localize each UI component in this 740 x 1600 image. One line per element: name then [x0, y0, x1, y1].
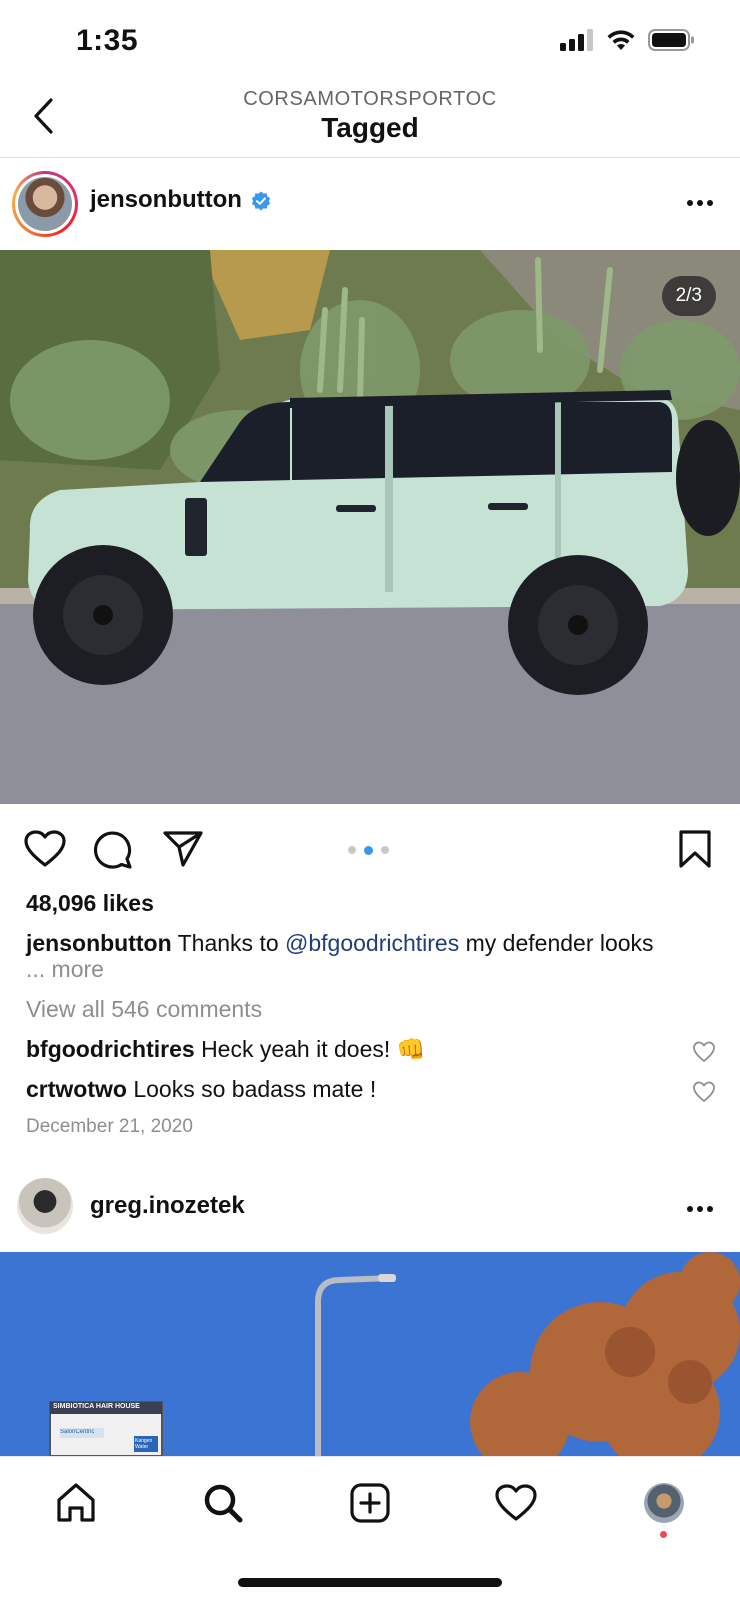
- home-indicator[interactable]: [238, 1578, 502, 1587]
- caption-username[interactable]: jensonbutton: [26, 930, 172, 956]
- post-date: December 21, 2020: [26, 1116, 193, 1137]
- avatar[interactable]: [17, 1178, 73, 1234]
- post-options-button[interactable]: [680, 188, 720, 218]
- search-icon: [204, 1484, 243, 1523]
- post-username[interactable]: greg.inozetek: [90, 1192, 245, 1220]
- tab-profile[interactable]: [638, 1477, 690, 1529]
- paper-plane-icon: [163, 831, 203, 867]
- street-scene-photo: [0, 1252, 740, 1456]
- image-counter-badge: 2/3: [661, 276, 716, 316]
- notification-dot: [660, 1531, 667, 1538]
- comment-text: Heck yeah it does! 👊: [201, 1036, 426, 1062]
- post-header: jensonbutton: [0, 158, 740, 250]
- comment-like-heart-icon[interactable]: [692, 1040, 716, 1064]
- caption-more-link[interactable]: ... more: [26, 956, 104, 983]
- defender-car-photo: [0, 250, 740, 804]
- comment-text: Looks so badass mate !: [133, 1076, 377, 1102]
- post-username[interactable]: jensonbutton: [90, 186, 242, 214]
- more-dots-icon: [687, 1206, 713, 1212]
- carousel-dot-active: [364, 845, 373, 855]
- comment-item: crtwotwo Looks so badass mate !: [26, 1076, 686, 1103]
- save-button[interactable]: [672, 826, 718, 872]
- sign-text: Kangen Water: [135, 1438, 153, 1450]
- post-actions: [0, 820, 740, 874]
- avatar: [18, 177, 72, 231]
- carousel-indicator: [348, 845, 389, 855]
- story-ring-avatar[interactable]: [12, 171, 78, 237]
- caption-text-suffix: my defender looks: [465, 930, 654, 956]
- comment-username[interactable]: crtwotwo: [26, 1076, 127, 1102]
- post-photo[interactable]: 2/3: [0, 250, 740, 804]
- likes-count[interactable]: 48,096 likes: [26, 890, 154, 917]
- view-all-comments-link[interactable]: View all 546 comments: [26, 996, 262, 1023]
- more-dots-icon: [687, 200, 713, 206]
- comment-item: bfgoodrichtires Heck yeah it does! 👊: [26, 1036, 686, 1063]
- tab-search[interactable]: [197, 1477, 249, 1529]
- plus-square-icon: [350, 1483, 390, 1523]
- battery-icon: [648, 29, 694, 51]
- status-icons: [560, 28, 696, 52]
- signal-icon: [560, 29, 593, 51]
- header-account-name: CORSAMOTORSPORTOC: [243, 88, 497, 110]
- comment-button[interactable]: [90, 826, 136, 872]
- tab-create[interactable]: [344, 1477, 396, 1529]
- comment-like-heart-icon[interactable]: [692, 1080, 716, 1104]
- share-button[interactable]: [160, 826, 206, 872]
- tab-home[interactable]: [50, 1477, 102, 1529]
- comment-bubble-icon: [94, 831, 132, 869]
- wifi-icon: [607, 30, 635, 50]
- sign-text: SIMBIOTICA HAIR HOUSE: [53, 1403, 140, 1410]
- tab-activity[interactable]: [490, 1477, 542, 1529]
- caption-text: Thanks to: [177, 930, 279, 956]
- profile-avatar: [644, 1483, 684, 1523]
- post-options-button[interactable]: [680, 1194, 720, 1224]
- home-icon: [57, 1483, 95, 1522]
- like-button[interactable]: [22, 826, 68, 872]
- page-title: Tagged: [321, 112, 419, 143]
- carousel-dot: [348, 846, 356, 854]
- heart-icon: [24, 830, 66, 867]
- caption-mention-link[interactable]: @bfgoodrichtires: [285, 930, 459, 956]
- status-time: 1:35: [76, 24, 139, 57]
- verified-badge-icon: [251, 191, 271, 211]
- comment-username[interactable]: bfgoodrichtires: [26, 1036, 195, 1062]
- heart-icon: [495, 1484, 537, 1521]
- page-header: CORSAMOTORSPORTOC Tagged: [0, 84, 740, 158]
- carousel-dot: [381, 846, 389, 854]
- sign-text: SalonCentric: [60, 1429, 95, 1435]
- bookmark-icon: [679, 830, 711, 868]
- post-photo[interactable]: SIMBIOTICA HAIR HOUSE SalonCentric Kange…: [0, 1252, 740, 1456]
- post-header: greg.inozetek: [0, 1166, 740, 1252]
- post-caption: jensonbutton Thanks to @bfgoodrichtires …: [26, 928, 726, 958]
- status-bar: 1:35: [0, 0, 740, 84]
